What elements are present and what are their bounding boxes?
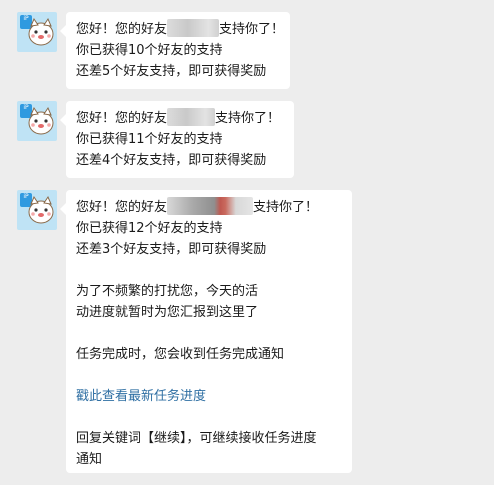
- remaining-line: 还差4个好友支持，即可获得奖励: [76, 153, 267, 168]
- remaining-line: 还差3个好友支持，即可获得奖励: [76, 242, 267, 257]
- support-count-line: 你已获得10个好友的支持: [76, 43, 223, 58]
- notice-line-2: 动进度就暂时为您汇报到这里了: [76, 305, 259, 320]
- greeting-line: 您好！您的好友 支持你了！: [76, 197, 342, 218]
- view-progress-link[interactable]: 戳此查看最新任务进度: [76, 386, 342, 407]
- cartoon-cat-icon: [28, 17, 54, 46]
- complete-note: 任务完成时，您会收到任务完成通知: [76, 347, 285, 362]
- reply-hint-line-2: 通知: [76, 452, 103, 467]
- support-count-line: 你已获得12个好友的支持: [76, 221, 223, 236]
- redacted-name: [167, 197, 254, 215]
- cartoon-cat-icon: [28, 106, 54, 135]
- greeting-line: 您好！您的好友 支持你了！: [76, 19, 284, 40]
- support-count-line: 你已获得11个好友的支持: [76, 132, 223, 147]
- cartoon-cat-icon: [28, 195, 54, 224]
- message-bubble: 您好！您的好友 支持你了！ 你已获得11个好友的支持 还差4个好友支持，即可获得奖…: [60, 101, 294, 178]
- notice-line-1: 为了不频繁的打扰您，今天的活: [76, 284, 259, 299]
- greeting-line: 您好！您的好友 支持你了！: [76, 108, 284, 129]
- avatar[interactable]: iP: [17, 101, 57, 141]
- redacted-name: [167, 108, 216, 126]
- remaining-line: 还差5个好友支持，即可获得奖励: [76, 64, 267, 79]
- avatar[interactable]: iP: [17, 190, 57, 230]
- reply-hint-line-1: 回复关键词【继续】，可继续接收任务进度: [76, 431, 317, 446]
- redacted-name: [167, 19, 220, 37]
- message-bubble: 您好！您的好友 支持你了！ 你已获得12个好友的支持 还差3个好友支持，即可获得奖…: [60, 190, 352, 473]
- message-bubble: 您好！您的好友 支持你了！ 你已获得10个好友的支持 还差5个好友支持，即可获得奖…: [60, 12, 290, 89]
- avatar[interactable]: iP: [17, 12, 57, 52]
